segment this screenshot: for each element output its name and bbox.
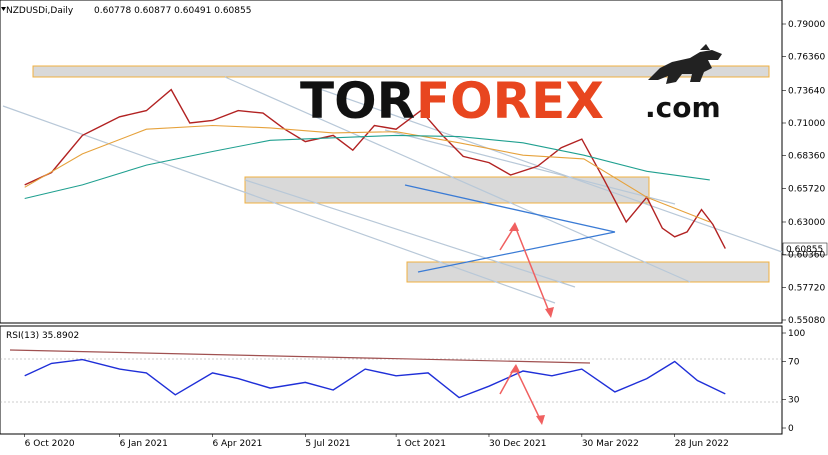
x-tick-label: 30 Mar 2022 xyxy=(582,439,639,449)
price-y-tick-label: 0.60360 xyxy=(788,251,825,261)
price-y-tick-label: 0.55080 xyxy=(788,316,825,326)
x-tick-label: 6 Jan 2021 xyxy=(120,439,168,449)
rsi-y-tick-label: 30 xyxy=(788,396,800,406)
price-y-tick-label: 0.57720 xyxy=(788,283,825,293)
price-y-axis: 0.79000 0.76360 0.73640 0.71000 0.68360 0.657… xyxy=(782,20,825,326)
price-y-tick-label: 0.65720 xyxy=(788,184,825,194)
rsi-panel xyxy=(0,325,783,435)
logo-tor: TOR xyxy=(300,72,415,130)
price-y-tick-label: 0.63000 xyxy=(788,218,825,228)
rsi-y-axis: 100 70 30 0 xyxy=(782,329,805,434)
logo-forex: FOREX xyxy=(416,72,604,130)
x-tick-label: 1 Oct 2021 xyxy=(396,439,446,449)
rsi-y-tick-label: 0 xyxy=(788,424,794,434)
price-y-tick-label: 0.68360 xyxy=(788,152,825,162)
price-y-tick-label: 0.79000 xyxy=(788,20,825,30)
logo-com: .com xyxy=(645,91,721,124)
chart-header-ohlc: 0.60778 0.60877 0.60491 0.60855 xyxy=(94,6,251,16)
x-tick-label: 6 Apr 2021 xyxy=(212,439,262,449)
support-zone xyxy=(406,261,770,283)
price-y-tick-label: 0.73640 xyxy=(788,86,825,96)
x-tick-label: 5 Jul 2021 xyxy=(305,439,350,449)
rsi-y-tick-label: 100 xyxy=(788,329,805,339)
rsi-y-tick-label: 70 xyxy=(788,358,800,368)
price-y-tick-label: 0.71000 xyxy=(788,119,825,129)
rsi-label: RSI(13) 35.8902 xyxy=(6,331,79,341)
x-tick-label: 30 Dec 2021 xyxy=(489,439,546,449)
price-y-tick-label: 0.76360 xyxy=(788,53,825,63)
chart-header-symbol: NZDUSDi,Daily xyxy=(6,6,74,16)
x-tick-label: 6 Oct 2020 xyxy=(25,439,75,449)
chart-canvas: 0.60855 0.790000.763600.736400.710000.68… xyxy=(0,0,828,449)
x-axis: 6 Oct 2020 6 Jan 2021 6 Apr 2021 5 Jul 2021… xyxy=(24,434,729,449)
x-tick-label: 28 Jun 2022 xyxy=(675,439,729,449)
